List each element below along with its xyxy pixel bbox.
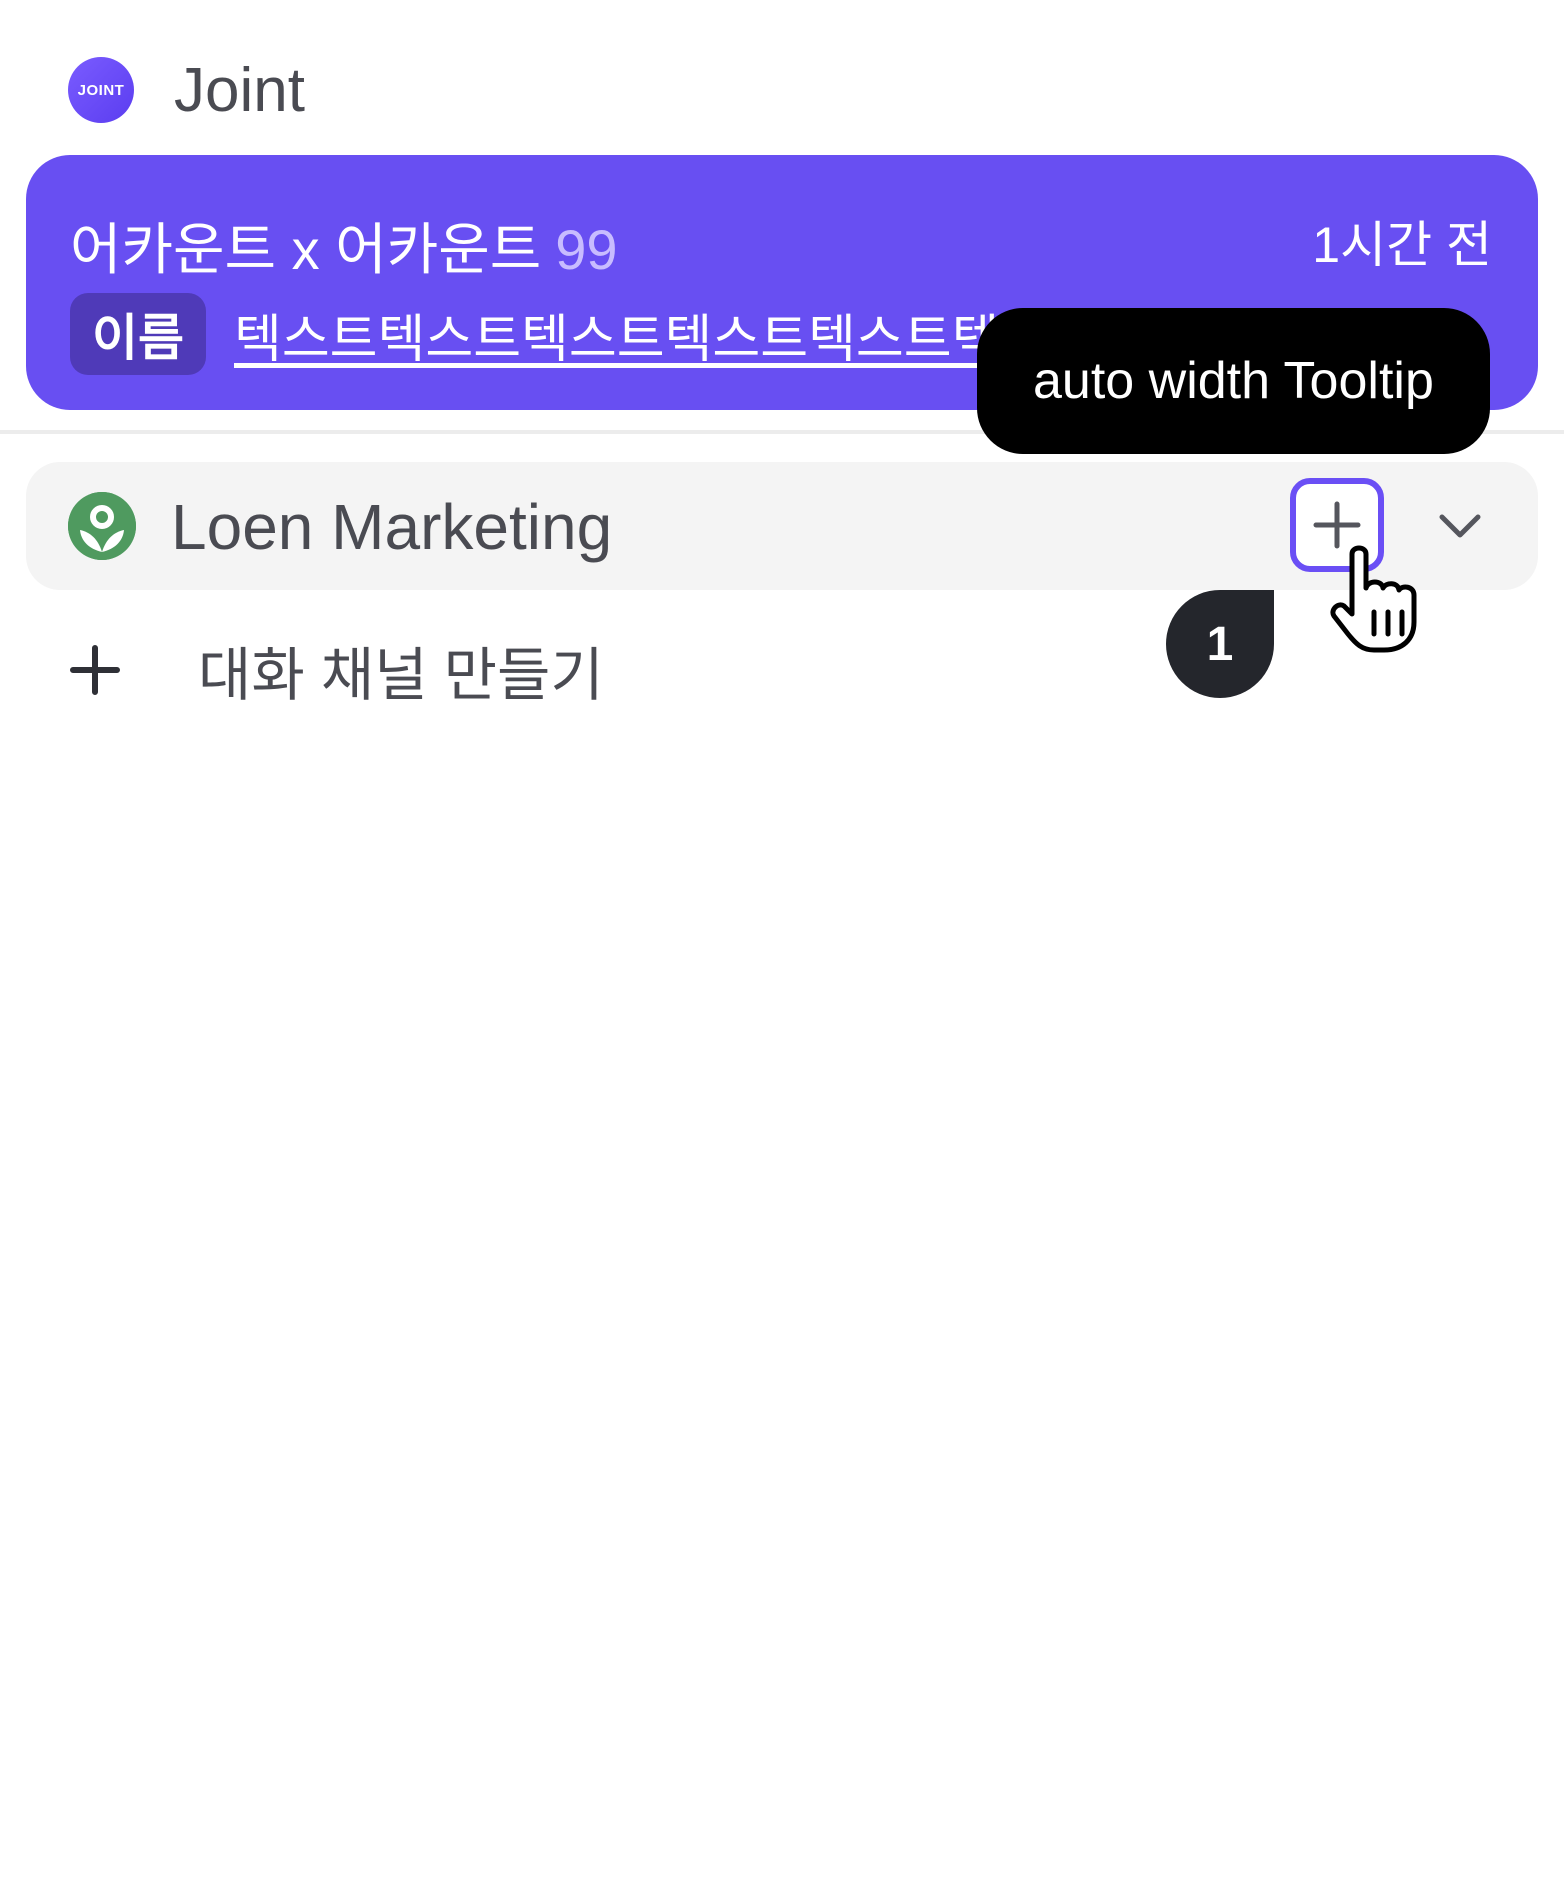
- create-channel-label: 대화 채널 만들기: [198, 643, 604, 708]
- sender-name-chip: 이름: [70, 293, 206, 375]
- workspace-header: JOINT Joint: [68, 55, 305, 125]
- chevron-down-icon: [1439, 514, 1481, 538]
- expand-workspace-button[interactable]: [1430, 496, 1490, 556]
- tooltip: auto width Tooltip: [977, 308, 1490, 454]
- account-title: 어카운트 x 어카운트 99: [70, 205, 618, 286]
- create-channel-item[interactable]: 대화 채널 만들기: [70, 628, 604, 712]
- account-title-text: 어카운트 x 어카운트: [70, 218, 542, 281]
- workspace-row[interactable]: Loen Marketing: [26, 462, 1538, 590]
- plus-icon: [70, 645, 120, 695]
- unread-count: 99: [555, 218, 618, 281]
- app-title: Joint: [174, 55, 305, 125]
- joint-logo: JOINT: [68, 57, 134, 123]
- sprout-icon: [68, 492, 136, 560]
- step-badge: 1: [1166, 590, 1274, 698]
- hand-pointer-icon: [1330, 545, 1417, 653]
- last-message-time: 1시간 전: [1312, 217, 1492, 273]
- workspace-name: Loen Marketing: [171, 491, 613, 563]
